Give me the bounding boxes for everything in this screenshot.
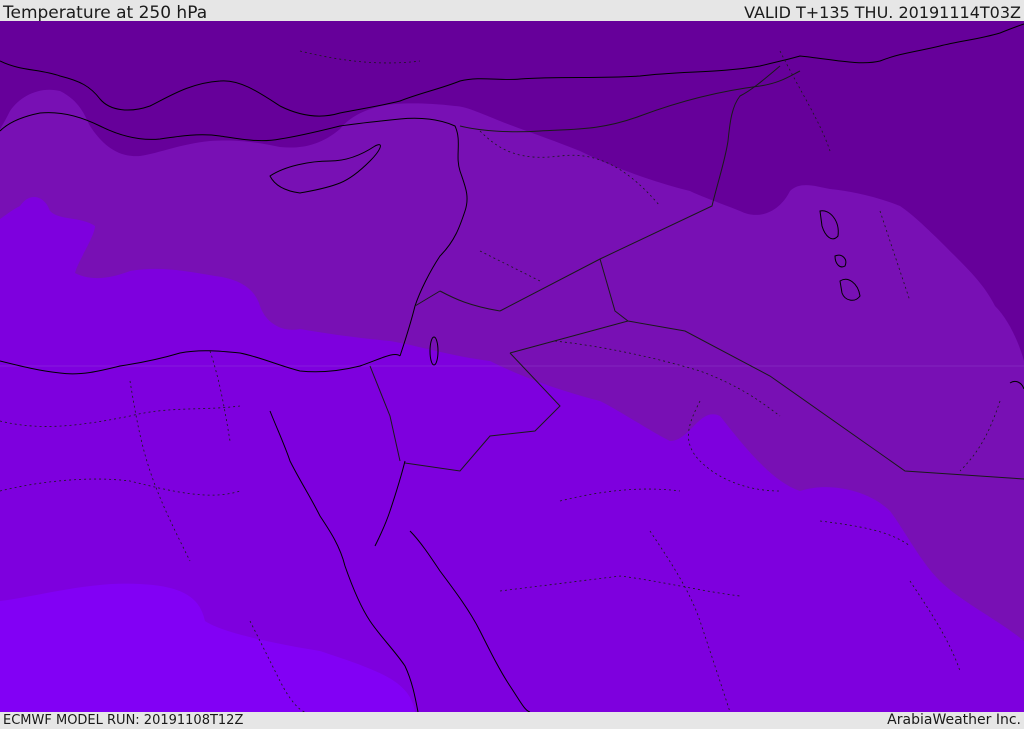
valid-time-label: VALID T+135 THU. 20191114T03Z — [744, 3, 1021, 22]
model-run-label: ECMWF MODEL RUN: 20191108T12Z — [3, 713, 244, 728]
credit-label: ArabiaWeather Inc. — [887, 712, 1021, 728]
map-canvas — [0, 21, 1024, 712]
header-bar: Temperature at 250 hPa VALID T+135 THU. … — [0, 0, 1024, 23]
temperature-map[interactable] — [0, 21, 1024, 712]
map-title: Temperature at 250 hPa — [3, 3, 208, 23]
footer-bar: ECMWF MODEL RUN: 20191108T12Z ArabiaWeat… — [0, 712, 1024, 729]
